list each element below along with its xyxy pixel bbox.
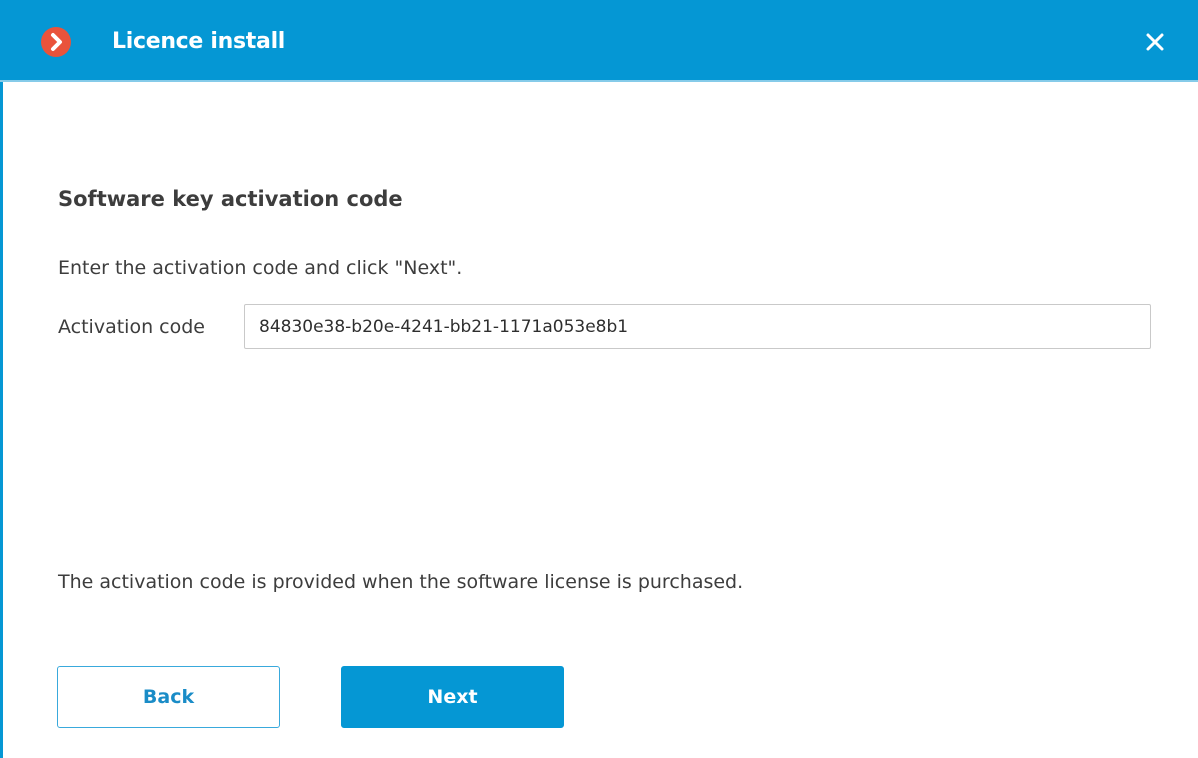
activation-code-input[interactable] bbox=[244, 304, 1151, 349]
title-bar: Licence install bbox=[0, 0, 1198, 82]
instruction-text: Enter the activation code and click "Nex… bbox=[58, 257, 463, 279]
window-title: Licence install bbox=[112, 29, 286, 54]
section-title: Software key activation code bbox=[58, 187, 403, 211]
next-button[interactable]: Next bbox=[341, 666, 564, 728]
window-border bbox=[0, 82, 3, 758]
activation-code-label: Activation code bbox=[58, 316, 205, 338]
footer-note: The activation code is provided when the… bbox=[58, 571, 744, 593]
chevron-right-icon bbox=[41, 27, 71, 57]
close-button[interactable] bbox=[1138, 25, 1172, 59]
close-icon bbox=[1146, 33, 1164, 51]
back-button[interactable]: Back bbox=[57, 666, 280, 728]
licence-install-dialog: Licence install Software key activation … bbox=[0, 0, 1198, 758]
